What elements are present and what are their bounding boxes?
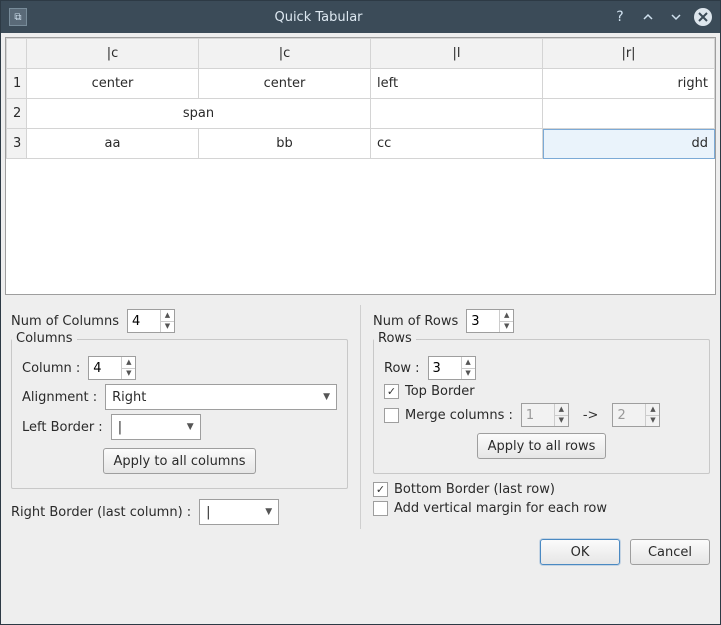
table-cell[interactable]: right xyxy=(543,69,715,99)
merge-from-input[interactable] xyxy=(522,404,554,426)
help-icon[interactable]: ? xyxy=(610,7,630,27)
num-rows-label: Num of Rows xyxy=(373,314,458,329)
col-header[interactable]: |c xyxy=(27,39,199,69)
spin-up-icon[interactable]: ▲ xyxy=(500,310,513,322)
chevron-down-icon: ▼ xyxy=(265,507,272,517)
alignment-label: Alignment : xyxy=(22,390,97,405)
chevron-down-icon: ▼ xyxy=(187,422,194,432)
left-border-label: Left Border : xyxy=(22,420,103,435)
left-border-combo[interactable]: | ▼ xyxy=(111,414,201,440)
apply-all-rows-button[interactable]: Apply to all rows xyxy=(477,433,607,459)
titlebar: ⧉ Quick Tabular ? xyxy=(1,1,720,33)
spin-down-icon[interactable]: ▼ xyxy=(646,416,659,427)
table-cell[interactable] xyxy=(543,99,715,129)
vmargin-check[interactable]: Add vertical margin for each row xyxy=(373,501,607,516)
num-columns-input[interactable] xyxy=(128,310,160,332)
table-cell[interactable]: aa xyxy=(27,129,199,159)
rows-group: Rows Row : ▲▼ ✓ Top Border xyxy=(373,339,710,474)
spin-up-icon[interactable]: ▲ xyxy=(555,404,568,416)
right-border-value: | xyxy=(206,505,210,520)
app-icon: ⧉ xyxy=(9,8,27,26)
num-rows-spin[interactable]: ▲▼ xyxy=(466,309,514,333)
row-header[interactable]: 3 xyxy=(7,129,27,159)
apply-all-columns-button[interactable]: Apply to all columns xyxy=(103,448,257,474)
row-input[interactable] xyxy=(429,357,461,379)
chevron-down-icon: ▼ xyxy=(323,392,330,402)
spin-up-icon[interactable]: ▲ xyxy=(122,357,135,369)
table-cell[interactable]: bb xyxy=(199,129,371,159)
table-cell[interactable]: cc xyxy=(371,129,543,159)
merge-to-input[interactable] xyxy=(613,404,645,426)
merge-columns-label: Merge columns : xyxy=(405,408,513,423)
column-label: Column : xyxy=(22,361,80,376)
num-columns-label: Num of Columns xyxy=(11,314,119,329)
checkbox-icon: ✓ xyxy=(373,482,388,497)
spin-up-icon[interactable]: ▲ xyxy=(646,404,659,416)
num-rows-input[interactable] xyxy=(467,310,499,332)
table-cell[interactable]: center xyxy=(199,69,371,99)
window-title: Quick Tabular xyxy=(35,10,602,25)
table-preview[interactable]: |c|c|l|r|1centercenterleftright2span3aab… xyxy=(5,37,716,295)
row-header[interactable]: 1 xyxy=(7,69,27,99)
spin-down-icon[interactable]: ▼ xyxy=(500,322,513,333)
col-header[interactable]: |c xyxy=(199,39,371,69)
spin-up-icon[interactable]: ▲ xyxy=(462,357,475,369)
merge-from-spin[interactable]: ▲▼ xyxy=(521,403,569,427)
columns-group-title: Columns xyxy=(12,331,77,346)
row-header[interactable]: 2 xyxy=(7,99,27,129)
bottom-border-label: Bottom Border (last row) xyxy=(394,482,555,497)
col-header[interactable]: |l xyxy=(371,39,543,69)
spin-down-icon[interactable]: ▼ xyxy=(161,322,174,333)
grid-corner xyxy=(7,39,27,69)
spin-up-icon[interactable]: ▲ xyxy=(161,310,174,322)
table-cell[interactable] xyxy=(371,99,543,129)
merge-to-spin[interactable]: ▲▼ xyxy=(612,403,660,427)
merge-arrow-label: -> xyxy=(577,408,605,423)
row-label: Row : xyxy=(384,361,420,376)
minimize-icon[interactable] xyxy=(638,7,658,27)
cancel-button[interactable]: Cancel xyxy=(630,539,710,565)
button-bar: OK Cancel xyxy=(5,533,716,567)
checkbox-icon xyxy=(384,408,399,423)
ok-button[interactable]: OK xyxy=(540,539,620,565)
top-border-label: Top Border xyxy=(405,384,475,399)
vertical-separator xyxy=(360,305,361,529)
left-border-value: | xyxy=(118,420,122,435)
right-border-combo[interactable]: | ▼ xyxy=(199,499,279,525)
table-cell[interactable]: center xyxy=(27,69,199,99)
spin-down-icon[interactable]: ▼ xyxy=(122,369,135,380)
maximize-icon[interactable] xyxy=(666,7,686,27)
spin-down-icon[interactable]: ▼ xyxy=(462,369,475,380)
vmargin-label: Add vertical margin for each row xyxy=(394,501,607,516)
checkbox-icon: ✓ xyxy=(384,384,399,399)
column-input[interactable] xyxy=(89,357,121,379)
rows-group-title: Rows xyxy=(374,331,416,346)
columns-group: Columns Column : ▲▼ Alignment : Right ▼ xyxy=(11,339,348,489)
close-icon[interactable] xyxy=(694,8,712,26)
table-cell[interactable]: span xyxy=(27,99,371,129)
spin-down-icon[interactable]: ▼ xyxy=(555,416,568,427)
table-cell[interactable]: dd xyxy=(543,129,715,159)
right-border-label: Right Border (last column) : xyxy=(11,505,191,520)
num-columns-spin[interactable]: ▲▼ xyxy=(127,309,175,333)
top-border-check[interactable]: ✓ Top Border xyxy=(384,384,475,399)
checkbox-icon xyxy=(373,501,388,516)
alignment-value: Right xyxy=(112,390,146,405)
column-spin[interactable]: ▲▼ xyxy=(88,356,136,380)
row-spin[interactable]: ▲▼ xyxy=(428,356,476,380)
alignment-combo[interactable]: Right ▼ xyxy=(105,384,337,410)
bottom-border-check[interactable]: ✓ Bottom Border (last row) xyxy=(373,482,555,497)
col-header[interactable]: |r| xyxy=(543,39,715,69)
merge-columns-check[interactable]: Merge columns : xyxy=(384,408,513,423)
table-cell[interactable]: left xyxy=(371,69,543,99)
